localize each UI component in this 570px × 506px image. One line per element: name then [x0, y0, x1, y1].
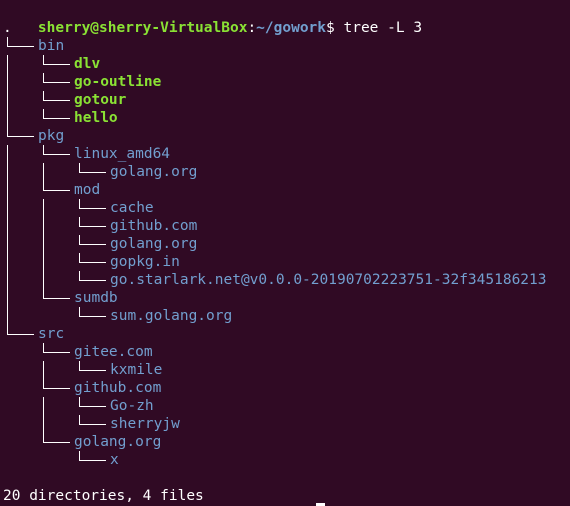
prompt-separator: : — [247, 20, 257, 36]
tree-summary: 20 directories, 4 files — [3, 488, 204, 504]
tree-dir-sum-golang-org: sum.golang.org — [110, 308, 233, 324]
tree-dir-go-starlark-net-v0-0-0-20190702223751-32f345186213: go.starlark.net@v0.0.0-20190702223751-32… — [110, 272, 547, 288]
tree-dir-mod: mod — [74, 182, 101, 198]
prompt-dollar: $ — [326, 20, 335, 36]
prompt-path: ~/gowork — [256, 20, 327, 36]
tree-dir-linux-amd64: linux_amd64 — [74, 146, 171, 162]
tree-dir-golang-org: golang.org — [74, 434, 162, 450]
tree-dir-gitee-com: gitee.com — [74, 344, 153, 360]
command-text: tree -L 3 — [334, 20, 423, 36]
tree-root: . — [3, 20, 12, 36]
tree-dir-cache: cache — [110, 200, 154, 216]
tree-dir-pkg: pkg — [38, 128, 65, 144]
tree-file-hello: hello — [74, 110, 118, 126]
tree-dir-bin: bin — [38, 38, 65, 54]
tree-dir-github-com: github.com — [110, 218, 198, 234]
tree-dir-sherryjw: sherryjw — [110, 416, 180, 432]
prompt-user-host: sherry@sherry-VirtualBox — [37, 20, 248, 36]
tree-dir-x: x — [110, 452, 119, 468]
terminal-window[interactable]: sherry@sherry-VirtualBox:~/gowork$ tree … — [0, 0, 570, 506]
tree-file-go-outline: go-outline — [74, 74, 162, 90]
tree-dir-github-com: github.com — [74, 380, 162, 396]
tree-file-gotour: gotour — [74, 92, 127, 108]
tree-dir-src: src — [38, 326, 65, 342]
tree-dir-sumdb: sumdb — [74, 290, 118, 306]
tree-dir-golang-org: golang.org — [110, 236, 198, 252]
prompt-line: sherry@sherry-VirtualBox:~/gowork$ tree … — [3, 1, 422, 36]
tree-dir-go-zh: Go-zh — [110, 398, 154, 414]
tree-dir-kxmile: kxmile — [110, 362, 163, 378]
tree-dir-gopkg-in: gopkg.in — [110, 254, 180, 270]
tree-file-dlv: dlv — [74, 56, 101, 72]
tree-dir-golang-org: golang.org — [110, 164, 198, 180]
